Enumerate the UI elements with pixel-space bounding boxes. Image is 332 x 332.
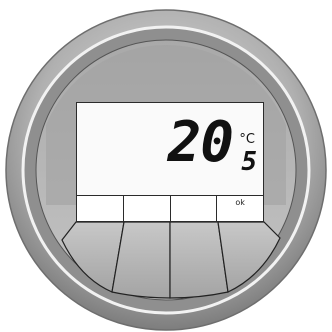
lcd-display: 20 °C 5 xyxy=(76,102,264,196)
temperature-unit: °C xyxy=(239,132,255,147)
thermostat-device: 20 °C 5 ok xyxy=(0,0,332,332)
softkey-label-3 xyxy=(170,196,218,222)
softkey-label-2 xyxy=(123,196,171,222)
temperature-whole: 20 xyxy=(167,110,234,175)
softkey-label-row: ok xyxy=(76,196,264,222)
temperature-decimal: 5 xyxy=(241,147,257,177)
softkey-label-ok: ok xyxy=(217,196,264,222)
softkey-label-1 xyxy=(76,196,124,222)
